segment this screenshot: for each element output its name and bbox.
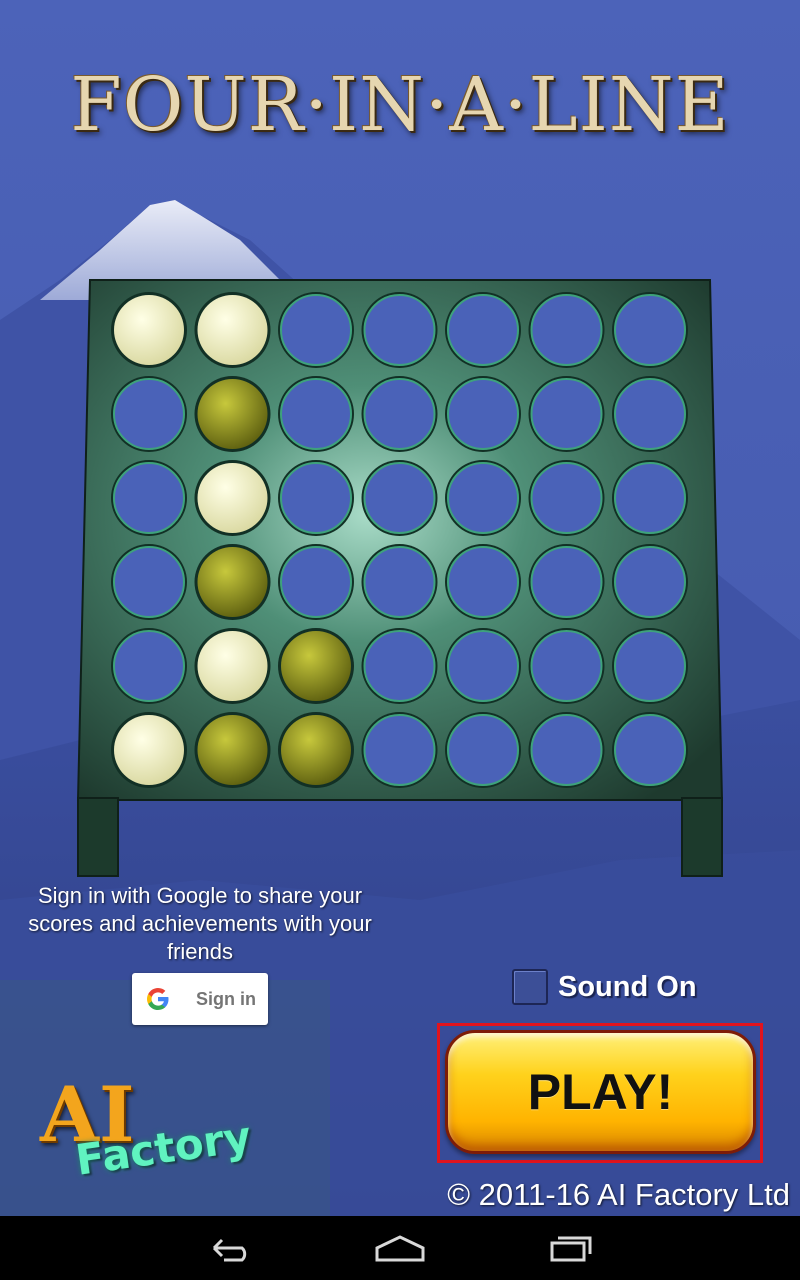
copyright-text: © 2011-16 AI Factory Ltd [447, 1177, 790, 1212]
empty-slot[interactable] [280, 294, 352, 366]
board-right-leg [681, 797, 723, 877]
empty-slot[interactable] [614, 630, 686, 702]
empty-slot[interactable] [113, 462, 185, 534]
empty-slot[interactable] [614, 546, 686, 618]
google-g-icon [147, 988, 169, 1010]
empty-slot[interactable] [363, 546, 436, 618]
empty-slot[interactable] [614, 714, 686, 786]
cream-piece[interactable] [114, 295, 184, 365]
home-icon[interactable] [370, 1228, 430, 1268]
signin-button-label: Sign in [196, 988, 256, 1009]
empty-slot[interactable] [447, 546, 519, 618]
empty-slot[interactable] [280, 462, 352, 534]
empty-slot[interactable] [530, 378, 603, 450]
play-button[interactable]: PLAY! [445, 1030, 756, 1154]
empty-slot[interactable] [363, 714, 436, 786]
empty-slot[interactable] [363, 378, 436, 450]
android-navigation-bar [0, 1216, 800, 1280]
cream-piece[interactable] [197, 295, 268, 365]
recents-icon[interactable] [540, 1228, 600, 1268]
empty-slot[interactable] [614, 462, 686, 534]
empty-slot[interactable] [280, 546, 352, 618]
empty-slot[interactable] [447, 294, 519, 366]
empty-slot[interactable] [530, 294, 603, 366]
cream-piece[interactable] [197, 463, 268, 533]
green-piece[interactable] [197, 379, 268, 449]
green-piece[interactable] [197, 715, 268, 785]
empty-slot[interactable] [614, 294, 686, 366]
cream-piece[interactable] [114, 715, 184, 785]
back-icon[interactable] [200, 1228, 260, 1268]
empty-slot[interactable] [113, 378, 185, 450]
board-left-leg [77, 797, 119, 877]
empty-slot[interactable] [113, 630, 185, 702]
green-piece[interactable] [197, 547, 268, 617]
game-title: FOUR·IN·A·LINE [70, 62, 730, 148]
empty-slot[interactable] [530, 630, 603, 702]
empty-slot[interactable] [530, 714, 603, 786]
signin-message: Sign in with Google to share your scores… [28, 883, 372, 964]
cream-piece[interactable] [197, 631, 268, 701]
sound-toggle[interactable]: Sound On [512, 966, 697, 1008]
empty-slot[interactable] [363, 630, 436, 702]
green-piece[interactable] [281, 715, 351, 785]
green-piece[interactable] [281, 631, 351, 701]
empty-slot[interactable] [614, 378, 686, 450]
empty-slot[interactable] [530, 462, 603, 534]
empty-slot[interactable] [530, 546, 603, 618]
empty-slot[interactable] [447, 462, 519, 534]
empty-slot[interactable] [280, 378, 352, 450]
empty-slot[interactable] [447, 378, 519, 450]
empty-slot[interactable] [113, 546, 185, 618]
game-scene: FOUR·IN·A·LINE Sign in with Google to sh… [0, 0, 800, 1216]
game-board[interactable] [76, 278, 724, 878]
empty-slot[interactable] [447, 630, 519, 702]
empty-slot[interactable] [363, 294, 436, 366]
sound-label: Sound On [558, 970, 697, 1003]
empty-slot[interactable] [447, 714, 519, 786]
play-button-label: PLAY! [527, 1064, 674, 1120]
empty-slot[interactable] [363, 462, 436, 534]
sound-checkbox[interactable] [512, 969, 548, 1005]
google-signin-button[interactable]: Sign in [132, 973, 268, 1025]
